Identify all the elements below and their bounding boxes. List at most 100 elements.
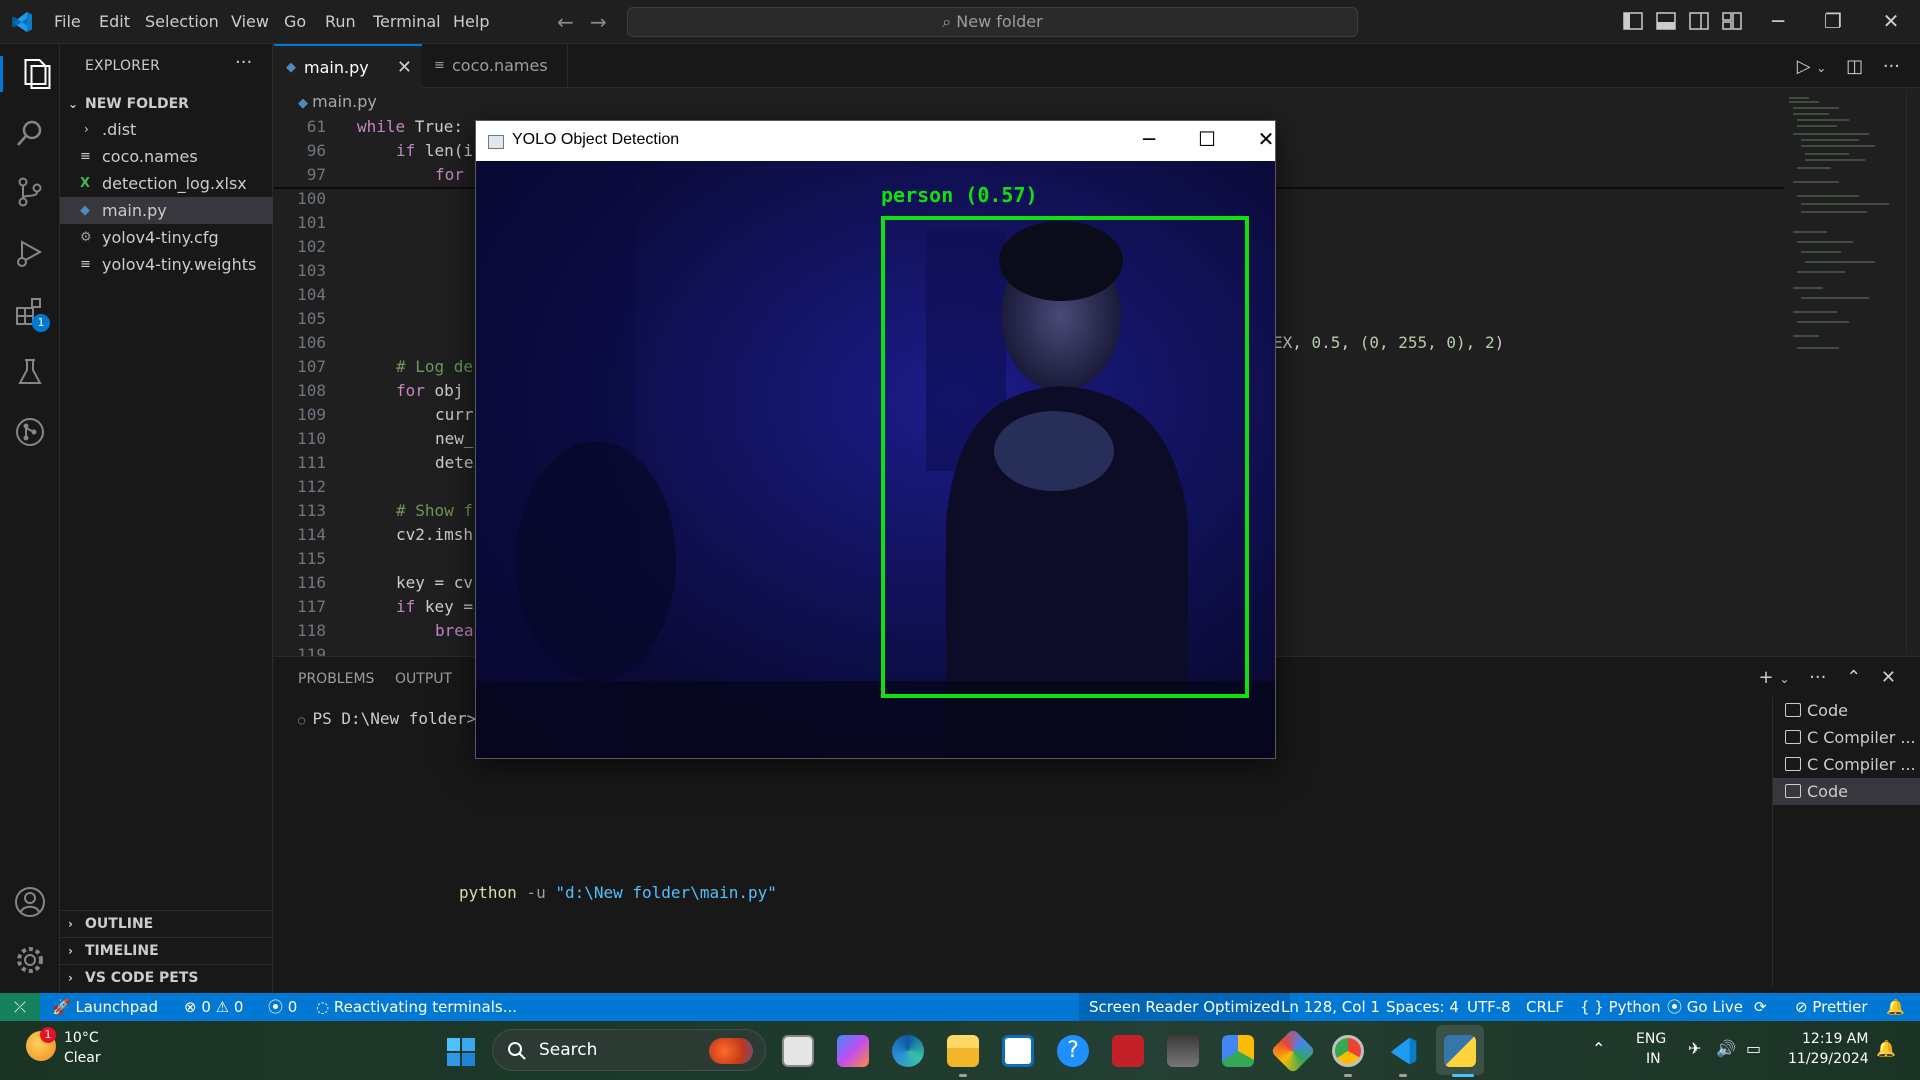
clock-date[interactable]: 11/29/2024 [1788, 1051, 1869, 1067]
folder-header[interactable]: ⌄ NEW FOLDER [60, 92, 273, 116]
terminal-item[interactable]: Code [1773, 697, 1920, 724]
section-vscode-pets[interactable]: › VS CODE PETS [60, 964, 273, 991]
close-tab-icon[interactable]: ✕ [397, 46, 412, 90]
more-actions-icon[interactable]: ··· [235, 52, 252, 73]
minimap[interactable] [1779, 92, 1899, 362]
go-live-item[interactable]: ⦿ Go Live [1667, 993, 1743, 1021]
edge-icon[interactable] [892, 1035, 924, 1067]
terminal-item[interactable]: Code [1773, 778, 1920, 805]
menu-edit[interactable]: Edit [99, 12, 130, 31]
screen-reader-item[interactable]: Screen Reader Optimized [1079, 993, 1290, 1021]
problems-item[interactable]: ⊗ 0 ⚠ 0 [184, 993, 243, 1021]
source-control-icon[interactable] [12, 174, 48, 210]
file-yolov4-weights[interactable]: ≡ yolov4-tiny.weights [60, 251, 273, 278]
menu-selection[interactable]: Selection [145, 12, 219, 31]
restore-icon[interactable]: ❐ [1818, 9, 1848, 33]
notifications-icon[interactable]: 🔔 [1886, 993, 1905, 1021]
forward-arrow-icon[interactable]: → [590, 10, 607, 34]
tab-coco-names[interactable]: ≡ coco.names [422, 44, 568, 88]
file-dist[interactable]: › .dist [60, 116, 273, 143]
google-drive-icon[interactable] [1222, 1035, 1254, 1067]
windows-start-icon[interactable] [446, 1037, 476, 1067]
tab-main-py[interactable]: ◆ main.py ✕ [274, 44, 422, 88]
gear-icon[interactable] [12, 942, 48, 978]
maximize-panel-icon[interactable]: ⌃ [1846, 667, 1861, 688]
menu-file[interactable]: File [54, 12, 81, 31]
menu-go[interactable]: Go [284, 12, 306, 31]
clock-time[interactable]: 12:19 AM [1802, 1031, 1868, 1047]
back-arrow-icon[interactable]: ← [557, 10, 574, 34]
section-outline[interactable]: › OUTLINE [60, 910, 273, 937]
sync-icon[interactable]: ⟳ [1754, 993, 1767, 1021]
help-icon[interactable]: ? [1057, 1035, 1089, 1067]
notifications-icon[interactable]: 🔔 [1876, 1039, 1896, 1058]
chevron-down-icon[interactable]: ⌄ [1816, 61, 1826, 75]
taskbar-search[interactable]: Search [492, 1029, 766, 1071]
menu-view[interactable]: View [231, 12, 269, 31]
explorer-icon[interactable] [0, 56, 60, 92]
menu-help[interactable]: Help [453, 12, 489, 31]
git-graph-icon[interactable] [12, 414, 48, 450]
vscode-taskbar-icon[interactable] [1387, 1035, 1419, 1067]
yolo-detection-window[interactable]: YOLO Object Detection ─ ☐ ✕ person (0.57… [475, 120, 1276, 759]
account-icon[interactable] [12, 884, 48, 920]
file-detection-log[interactable]: X detection_log.xlsx [60, 170, 273, 197]
airplane-mode-icon[interactable]: ✈ [1688, 1039, 1701, 1058]
customize-layout-icon[interactable] [1722, 12, 1742, 30]
close-panel-icon[interactable]: ✕ [1881, 667, 1896, 688]
volume-icon[interactable]: 🔊 [1716, 1039, 1736, 1058]
task-status[interactable]: ◌ Reactivating terminals... [316, 993, 517, 1021]
terminal-item[interactable]: C Compiler ... [1773, 724, 1920, 751]
tab-problems[interactable]: PROBLEMS [298, 671, 374, 687]
prettier-item[interactable]: ⊘ Prettier [1795, 993, 1868, 1021]
run-file-icon[interactable]: ▷ [1797, 56, 1811, 77]
chrome-icon[interactable] [1332, 1035, 1364, 1067]
weather-temperature[interactable]: 10°C [64, 1030, 99, 1046]
ports-item[interactable]: ⦿ 0 [268, 993, 297, 1021]
app-icon[interactable] [1167, 1035, 1199, 1067]
close-icon[interactable]: ✕ [1246, 127, 1286, 151]
maximize-icon[interactable]: ☐ [1187, 127, 1227, 151]
weather-description[interactable]: Clear [64, 1050, 101, 1066]
task-view-icon[interactable] [782, 1035, 814, 1067]
terminal-item[interactable]: C Compiler ... [1773, 751, 1920, 778]
encoding[interactable]: UTF-8 [1467, 993, 1511, 1021]
mcafee-icon[interactable] [1112, 1035, 1144, 1067]
menu-run[interactable]: Run [325, 12, 356, 31]
toggle-panel-icon[interactable] [1656, 12, 1676, 30]
minimize-icon[interactable]: ─ [1129, 127, 1169, 151]
yolo-window-titlebar[interactable]: YOLO Object Detection ─ ☐ ✕ [476, 121, 1275, 161]
toggle-primary-sidebar-icon[interactable] [1623, 12, 1643, 30]
breadcrumb[interactable]: ◆ main.py [298, 92, 377, 111]
run-debug-icon[interactable] [12, 234, 48, 270]
search-icon[interactable] [12, 116, 48, 152]
toggle-secondary-sidebar-icon[interactable] [1689, 12, 1709, 30]
end-of-line[interactable]: CRLF [1526, 993, 1564, 1021]
python-icon[interactable] [1444, 1035, 1476, 1067]
copilot-icon[interactable] [837, 1035, 869, 1067]
indentation[interactable]: Spaces: 4 [1386, 993, 1459, 1021]
region-indicator[interactable]: IN [1646, 1051, 1661, 1067]
remote-icon[interactable]: ⤫ [0, 993, 40, 1021]
editor-scrollbar[interactable] [1906, 92, 1920, 652]
minimize-icon[interactable]: ─ [1763, 9, 1793, 33]
file-yolov4-cfg[interactable]: ⚙ yolov4-tiny.cfg [60, 224, 273, 251]
testing-icon[interactable] [12, 354, 48, 390]
menu-terminal[interactable]: Terminal [373, 12, 441, 31]
launchpad-item[interactable]: 🚀 Launchpad [52, 993, 158, 1021]
close-icon[interactable]: ✕ [1876, 9, 1906, 33]
file-main-py[interactable]: ◆ main.py [60, 197, 273, 224]
language-indicator[interactable]: ENG [1636, 1031, 1666, 1047]
battery-icon[interactable]: ▭ [1746, 1039, 1761, 1058]
tab-output[interactable]: OUTPUT [395, 671, 452, 687]
microsoft-store-icon[interactable] [1002, 1035, 1034, 1067]
more-actions-icon[interactable]: ··· [1883, 56, 1900, 77]
split-editor-icon[interactable]: ◫ [1846, 56, 1863, 77]
new-terminal-icon[interactable]: + [1759, 667, 1774, 688]
chevron-up-icon[interactable]: ⌃ [1592, 1039, 1605, 1058]
file-explorer-icon[interactable] [947, 1035, 979, 1067]
chevron-down-icon[interactable]: ⌄ [1779, 672, 1789, 686]
colored-app-icon[interactable] [1270, 1028, 1316, 1074]
section-timeline[interactable]: › TIMELINE [60, 937, 273, 964]
language-mode[interactable]: { } Python [1580, 993, 1661, 1021]
